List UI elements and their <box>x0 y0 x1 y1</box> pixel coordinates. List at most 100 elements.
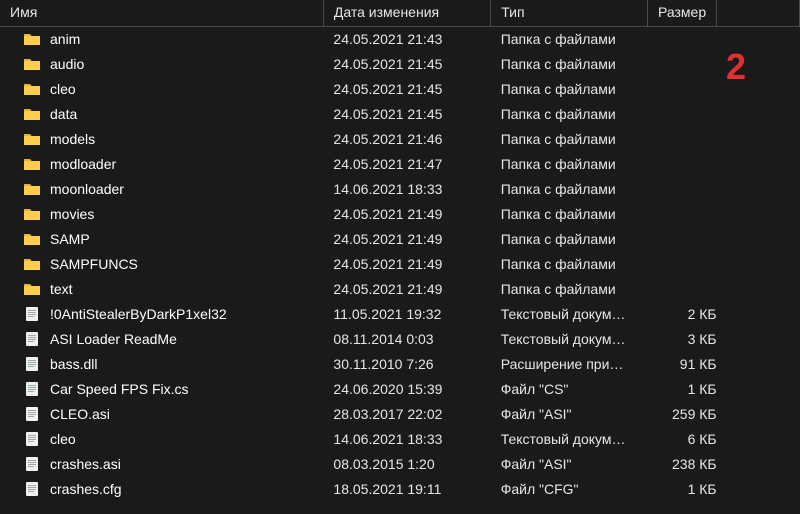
folder-icon <box>24 257 40 271</box>
item-type: Папка с файлами <box>491 252 648 277</box>
pad-cell <box>717 202 800 227</box>
item-date: 24.05.2021 21:45 <box>323 52 490 77</box>
item-date: 14.06.2021 18:33 <box>323 427 490 452</box>
col-header-pad <box>717 0 800 27</box>
table-row[interactable]: bass.dll30.11.2010 7:26Расширение при…91… <box>0 352 800 377</box>
table-row[interactable]: anim 24.05.2021 21:43Папка с файлами <box>0 27 800 52</box>
folder-icon <box>24 207 40 221</box>
table-row[interactable]: cleo24.05.2021 21:45Папка с файлами <box>0 77 800 102</box>
folder-icon <box>24 132 40 146</box>
pad-cell <box>717 252 800 277</box>
item-name: bass.dll <box>50 356 97 372</box>
item-type: Текстовый докум… <box>491 427 648 452</box>
item-name: ASI Loader ReadMe <box>50 331 177 347</box>
table-row[interactable]: moonloader14.06.2021 18:33Папка с файлам… <box>0 177 800 202</box>
file-icon <box>24 332 40 346</box>
file-icon <box>24 407 40 421</box>
item-type: Папка с файлами <box>491 102 648 127</box>
item-name: cleo <box>50 431 76 447</box>
item-date: 24.05.2021 21:45 <box>323 102 490 127</box>
item-size <box>647 177 716 202</box>
table-row[interactable]: SAMPFUNCS 24.05.2021 21:49Папка с файлами <box>0 252 800 277</box>
item-type: Папка с файлами <box>491 77 648 102</box>
item-name: !0AntiStealerByDarkP1xel32 <box>50 306 227 322</box>
item-name: SAMPFUNCS <box>50 256 138 272</box>
folder-icon <box>24 282 40 296</box>
item-type: Папка с файлами <box>491 27 648 52</box>
table-row[interactable]: ASI Loader ReadMe 08.11.2014 0:03Текстовы… <box>0 327 800 352</box>
item-date: 08.11.2014 0:03 <box>323 327 490 352</box>
item-name: CLEO.asi <box>50 406 110 422</box>
item-date: 30.11.2010 7:26 <box>323 352 490 377</box>
pad-cell <box>717 452 800 477</box>
file-icon <box>24 432 40 446</box>
col-header-size[interactable]: Размер <box>647 0 716 27</box>
item-size <box>647 52 716 77</box>
item-size: 6 КБ <box>647 427 716 452</box>
col-header-name[interactable]: Имя <box>0 0 323 27</box>
folder-icon <box>24 107 40 121</box>
table-row[interactable]: crashes.cfg18.05.2021 19:11Файл "CFG"1 К… <box>0 477 800 502</box>
folder-icon <box>24 157 40 171</box>
item-date: 14.06.2021 18:33 <box>323 177 490 202</box>
pad-cell <box>717 177 800 202</box>
item-type: Папка с файлами <box>491 152 648 177</box>
item-size <box>647 227 716 252</box>
item-type: Файл "ASI" <box>491 452 648 477</box>
table-row[interactable]: data 24.05.2021 21:45Папка с файлами <box>0 102 800 127</box>
folder-icon <box>24 82 40 96</box>
item-name: SAMP <box>50 231 90 247</box>
item-name: models <box>50 131 95 147</box>
table-row[interactable]: SAMP 24.05.2021 21:49Папка с файлами <box>0 227 800 252</box>
item-size <box>647 102 716 127</box>
table-row[interactable]: models24.05.2021 21:46Папка с файлами <box>0 127 800 152</box>
file-icon <box>24 457 40 471</box>
col-header-date[interactable]: Дата изменения <box>323 0 490 27</box>
file-icon <box>24 382 40 396</box>
file-icon <box>24 307 40 321</box>
item-date: 24.05.2021 21:49 <box>323 277 490 302</box>
table-row[interactable]: modloader24.05.2021 21:47Папка с файлами <box>0 152 800 177</box>
item-date: 24.05.2021 21:49 <box>323 252 490 277</box>
item-type: Текстовый докум… <box>491 327 648 352</box>
item-type: Папка с файлами <box>491 227 648 252</box>
folder-icon <box>24 57 40 71</box>
table-row[interactable]: text24.05.2021 21:49Папка с файлами <box>0 277 800 302</box>
table-row[interactable]: audio24.05.2021 21:45Папка с файлами <box>0 52 800 77</box>
item-type: Расширение при… <box>491 352 648 377</box>
table-row[interactable]: cleo 14.06.2021 18:33Текстовый докум…6 КБ <box>0 427 800 452</box>
item-date: 24.06.2020 15:39 <box>323 377 490 402</box>
item-size <box>647 27 716 52</box>
table-row[interactable]: movies24.05.2021 21:49Папка с файлами <box>0 202 800 227</box>
item-date: 24.05.2021 21:47 <box>323 152 490 177</box>
item-size <box>647 127 716 152</box>
folder-icon <box>24 232 40 246</box>
item-type: Файл "ASI" <box>491 402 648 427</box>
item-date: 24.05.2021 21:49 <box>323 202 490 227</box>
table-row[interactable]: !0AntiStealerByDarkP1xel3211.05.2021 19:… <box>0 302 800 327</box>
pad-cell <box>717 127 800 152</box>
item-date: 24.05.2021 21:49 <box>323 227 490 252</box>
item-date: 24.05.2021 21:43 <box>323 27 490 52</box>
item-size: 3 КБ <box>647 327 716 352</box>
item-type: Папка с файлами <box>491 277 648 302</box>
pad-cell <box>717 352 800 377</box>
col-header-type[interactable]: Тип <box>491 0 648 27</box>
item-type: Папка с файлами <box>491 177 648 202</box>
item-type: Папка с файлами <box>491 52 648 77</box>
table-row[interactable]: crashes.asi08.03.2015 1:20Файл "ASI"238 … <box>0 452 800 477</box>
item-date: 08.03.2015 1:20 <box>323 452 490 477</box>
item-type: Файл "CFG" <box>491 477 648 502</box>
item-date: 24.05.2021 21:46 <box>323 127 490 152</box>
item-date: 28.03.2017 22:02 <box>323 402 490 427</box>
pad-cell <box>717 377 800 402</box>
pad-cell <box>717 402 800 427</box>
item-name: anim <box>50 31 80 47</box>
item-name: data <box>50 106 77 122</box>
item-size <box>647 252 716 277</box>
table-row[interactable]: Car Speed FPS Fix.cs24.06.2020 15:39Файл… <box>0 377 800 402</box>
table-row[interactable]: CLEO.asi28.03.2017 22:02Файл "ASI"259 КБ <box>0 402 800 427</box>
item-size <box>647 152 716 177</box>
item-name: Car Speed FPS Fix.cs <box>50 381 189 397</box>
item-size: 238 КБ <box>647 452 716 477</box>
